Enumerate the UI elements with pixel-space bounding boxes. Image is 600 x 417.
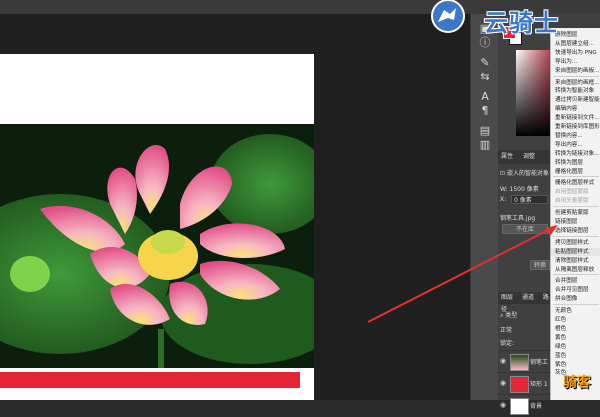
context-menu-item: 启用图层蒙版 [555,189,589,196]
text-icon[interactable]: A [477,90,493,104]
layer-thumbnail [510,398,529,415]
layer-thumbnail [510,354,529,371]
red-rectangle-shape[interactable] [0,372,300,388]
adjust-icon[interactable]: ⇆ [477,70,493,84]
smart-object-icon: ⊡ [500,170,506,177]
menu-separator [553,304,599,306]
context-menu-item[interactable]: 链接图层 [555,217,577,225]
context-menu-item[interactable]: 栅格化图层 [555,167,583,175]
layer-row[interactable]: ◉ 背景 [498,394,550,417]
tab-adjustments[interactable]: 调整 [523,153,535,160]
info-icon[interactable]: ⓘ [477,36,493,50]
x-row: X: [500,196,506,203]
document-canvas[interactable] [0,54,314,400]
context-menu-item: 启用矢量蒙版 [555,198,589,205]
note-icon[interactable]: ▥ [477,138,493,152]
context-menu-item[interactable]: 紫色 [555,360,566,368]
layer-name: 矩形 1 [530,381,548,388]
layer-filter-select[interactable]: 类型 [505,312,517,319]
blend-mode-select[interactable]: 正常 [500,325,512,334]
context-menu: 删除图层 从图层建立组... 快速导出为 PNG 导出为... 来自图层的画板... 来自… [550,28,600,400]
context-menu-item[interactable]: 导出内容... [555,140,583,148]
context-menu-item[interactable]: 转换为图层 [555,158,583,166]
layer-name: 钢笔工 [530,359,549,366]
brush-icon[interactable]: ✎ [477,56,493,70]
context-menu-item[interactable]: 从图层建立组... [555,39,594,47]
context-menu-item[interactable]: 转换为链接对象... [555,149,600,157]
menu-separator [553,75,599,77]
layer-name: 背景 [530,403,543,410]
eye-icon[interactable]: ◉ [500,401,506,409]
context-menu-item[interactable]: 合并图层 [555,276,577,284]
width-row: W: 1500 像素 [500,184,539,193]
context-menu-item[interactable]: 编辑内容 [555,104,577,112]
context-menu-item[interactable]: 选择链接图层 [555,226,589,234]
context-menu-item[interactable]: 橙色 [555,324,566,332]
logo-text: 云骑士 [484,9,559,37]
smart-object-label: 嵌入的智能对象 [506,170,549,177]
eye-icon[interactable]: ◉ [500,379,506,387]
smart-object-row: ⊡ 嵌入的智能对象 [500,168,549,177]
x-input[interactable]: 0 像素 [511,195,548,204]
menu-separator [553,206,599,208]
tab-properties[interactable]: 属性 [501,153,513,160]
corner-watermark-text: 骑客 [563,375,591,391]
filter-search-icon: ⌕ [500,312,504,319]
context-menu-item[interactable]: 拷贝图层样式 [555,238,589,246]
layer-row[interactable]: ◉ 钢笔工 [498,350,550,373]
menu-separator [553,176,599,178]
x-label: X: [500,196,507,203]
menu-separator [553,235,599,237]
layer-row[interactable]: ◉ 矩形 1 [498,372,550,395]
paragraph-icon[interactable]: ¶ [477,104,493,118]
context-menu-item[interactable]: 来自图层的画板... [555,66,600,74]
width-label: W: [500,186,508,193]
context-menu-item[interactable]: 绿色 [555,342,566,350]
library-icon[interactable]: ▤ [477,124,493,138]
context-menu-item[interactable]: 创建剪贴蒙版 [555,208,589,216]
layer-thumbnail [510,376,529,393]
convert-button[interactable]: 转换 [530,260,550,270]
context-menu-item[interactable]: 粘贴图层样式 [555,247,589,255]
context-menu-item[interactable]: 快速导出为 PNG [555,48,597,56]
context-menu-item[interactable]: 拼合图像 [555,294,577,302]
file-name: 钢笔工具.jpg [500,215,536,222]
layer-filter-row: ⌕ 类型 [500,310,517,320]
context-menu-item[interactable]: 合并可见图层 [555,285,589,293]
context-menu-item[interactable]: 从隔离图层释放 [555,265,594,273]
color-picker-field[interactable] [516,50,552,136]
lock-label: 锁定: [500,340,515,347]
context-menu-item[interactable]: 替换内容... [555,131,583,139]
context-menu-item[interactable]: 蓝色 [555,351,566,359]
layers-tabs: 图层 通道 路径 [498,292,550,313]
context-menu-item[interactable]: 通过拷贝新建智能对象 [555,95,600,103]
properties-tabs: 属性 调整 [498,150,550,164]
width-value[interactable]: 1500 像素 [510,186,539,193]
tab-layers[interactable]: 图层 [501,294,513,301]
context-menu-item[interactable]: 重新链接到文件... [555,113,600,121]
context-menu-item[interactable]: 重新链接到库图形... [555,122,600,130]
eye-icon[interactable]: ◉ [500,357,506,365]
tab-channels[interactable]: 通道 [522,294,534,301]
panel-icon-strip: ▣ ⓘ ✎ ⇆ A ¶ ▤ ▥ [470,14,499,400]
context-menu-item[interactable]: 无颜色 [555,306,572,314]
lotus-image [0,124,314,368]
not-in-library-button[interactable]: 不在库 [502,224,548,234]
context-menu-item[interactable]: 红色 [555,315,566,323]
menu-separator [553,274,599,276]
context-menu-item[interactable]: 转换为智能对象 [555,86,594,94]
context-menu-item[interactable]: 导出为... [555,57,577,65]
lotus-photo-layer[interactable] [0,124,314,368]
context-menu-item[interactable]: 栅格化图层样式 [555,178,594,186]
context-menu-item[interactable]: 清除图层样式 [555,256,589,264]
context-menu-item[interactable]: 来自图层的画框... [555,78,600,86]
context-menu-item[interactable]: 黄色 [555,333,566,341]
